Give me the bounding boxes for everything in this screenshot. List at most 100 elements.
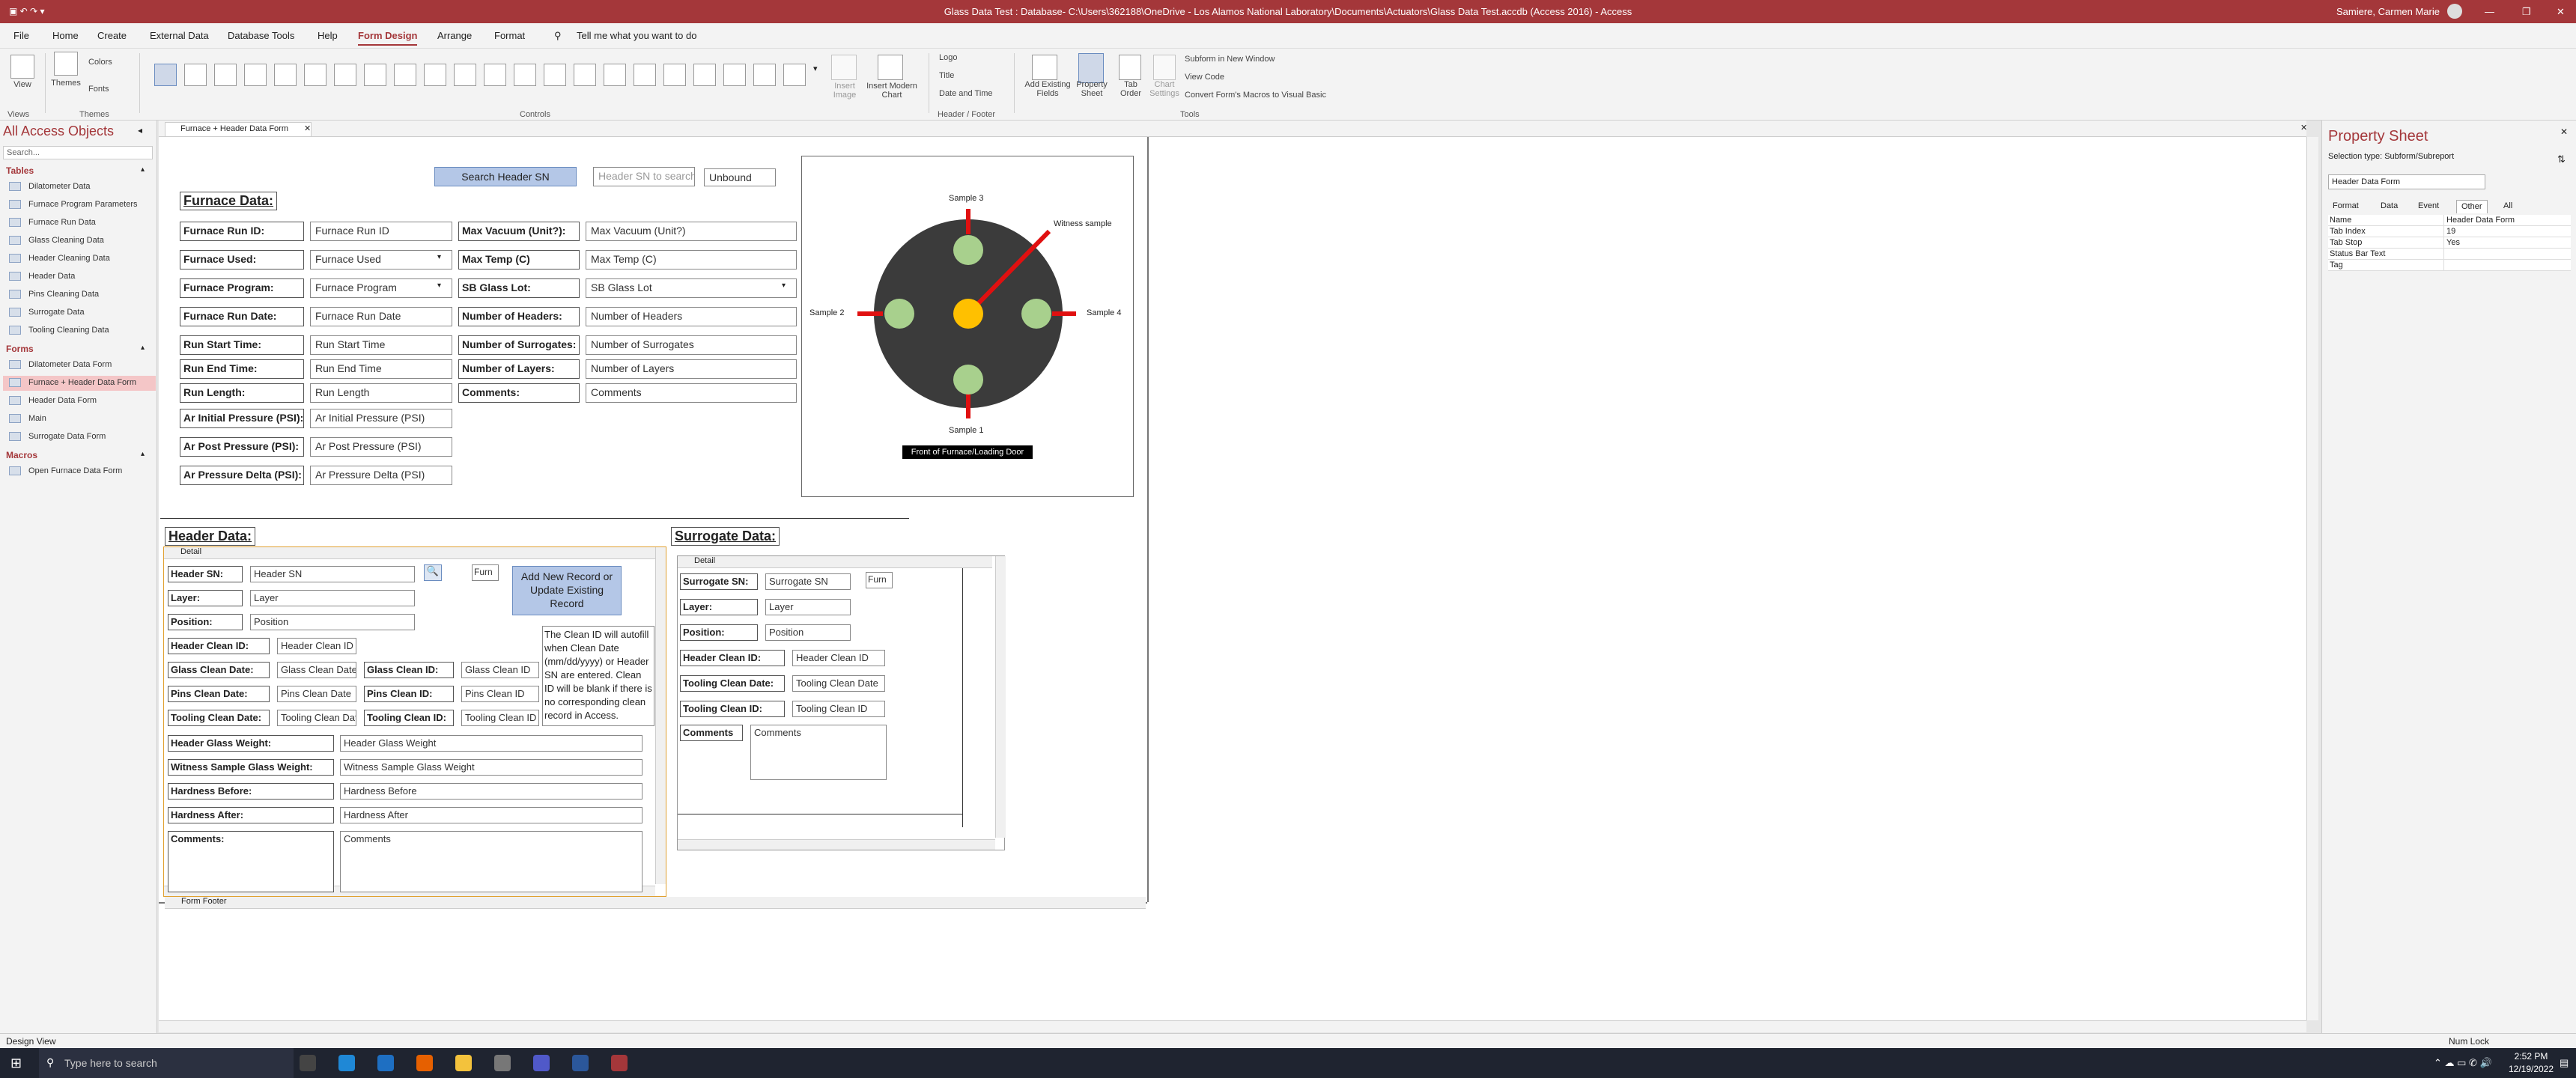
nav-item[interactable]: Furnace Run Data — [28, 218, 96, 227]
nav-item[interactable]: Dilatometer Data — [28, 182, 91, 191]
insert-image-icon[interactable] — [831, 55, 857, 80]
clock-time[interactable]: 2:52 PM — [2509, 1051, 2554, 1062]
header-field-value[interactable]: Glass Clean Date — [277, 662, 356, 678]
nav-item[interactable]: Dilatometer Data Form — [28, 360, 112, 369]
view-icon[interactable] — [10, 55, 34, 79]
surrogate-field-value[interactable]: Surrogate SN — [765, 573, 851, 590]
menu-external-data[interactable]: External Data — [150, 30, 209, 41]
chevron-down-icon[interactable]: ▾ — [782, 281, 786, 290]
insert-chart-icon[interactable] — [878, 55, 903, 80]
nav-section-macros[interactable]: Macros — [6, 450, 37, 460]
view-code-button[interactable]: View Code — [1185, 73, 1224, 82]
header-furn-field[interactable]: Furn — [472, 564, 499, 581]
furnace-left-field[interactable]: Ar Post Pressure (PSI) — [310, 437, 452, 457]
header-field-value[interactable]: Glass Clean ID — [461, 662, 539, 678]
surrogate-hscroll[interactable] — [678, 839, 995, 850]
property-sheet-close-icon[interactable]: ✕ — [2560, 127, 2568, 137]
header-sn-search-input[interactable]: Header SN to search: — [593, 167, 695, 186]
line-tool-icon[interactable] — [454, 64, 476, 86]
furnace-left-field[interactable]: Ar Pressure Delta (PSI) — [310, 466, 452, 485]
option-group-tool-icon[interactable] — [364, 64, 386, 86]
avatar[interactable] — [2447, 4, 2462, 19]
horizontal-scrollbar[interactable] — [159, 1020, 2306, 1032]
insert-image-button[interactable]: Insert Image — [825, 82, 864, 100]
nav-item[interactable]: Header Cleaning Data — [28, 254, 110, 263]
rectangle-tool-icon[interactable] — [544, 64, 566, 86]
property-row[interactable]: Tag — [2328, 260, 2571, 271]
sort-icon[interactable]: ⇅ — [2557, 153, 2566, 165]
surrogate-furn-field[interactable]: Furn — [866, 572, 893, 588]
property-row[interactable]: Name Header Data Form — [2328, 215, 2571, 226]
property-value[interactable]: Yes — [2443, 237, 2571, 248]
surrogate-vscroll[interactable] — [995, 556, 1006, 838]
minimize-icon[interactable]: — — [2485, 6, 2494, 17]
header-comments-field[interactable]: Comments — [340, 831, 643, 892]
add-fields-icon[interactable] — [1032, 55, 1057, 80]
fonts-button[interactable]: Fonts — [88, 85, 109, 94]
furnace-left-field[interactable]: Furnace Program — [310, 278, 452, 298]
header-subform-vscroll[interactable] — [655, 547, 666, 884]
nav-section-tables[interactable]: Tables — [6, 165, 34, 176]
header-field-value[interactable]: Hardness Before — [340, 783, 643, 800]
nav-section-forms[interactable]: Forms — [6, 344, 34, 354]
header-field-value[interactable]: Hardness After — [340, 807, 643, 823]
header-field-value[interactable]: Witness Sample Glass Weight — [340, 759, 643, 776]
combo-box-tool-icon[interactable] — [424, 64, 446, 86]
chart-settings-button[interactable]: Chart Settings — [1147, 80, 1182, 98]
tab-furnace-header-form[interactable]: Furnace + Header Data Form — [165, 122, 312, 137]
menu-format[interactable]: Format — [494, 30, 525, 41]
furnace-right-field[interactable]: SB Glass Lot — [586, 278, 797, 298]
taskbar-search[interactable]: ⚲ Type here to search — [39, 1048, 294, 1078]
ps-tab-other[interactable]: Other — [2456, 200, 2488, 213]
object-frame-tool-icon[interactable] — [723, 64, 746, 86]
nav-item[interactable]: Surrogate Data Form — [28, 432, 106, 441]
surrogate-comments-field[interactable]: Comments — [750, 725, 887, 780]
search-icon[interactable]: 🔍 — [424, 564, 442, 581]
header-field-value[interactable]: Pins Clean ID — [461, 686, 539, 702]
edge-icon[interactable] — [338, 1055, 355, 1071]
menu-help[interactable]: Help — [318, 30, 338, 41]
surrogate-detail-band[interactable]: Detail — [678, 556, 992, 568]
word-icon[interactable] — [572, 1055, 589, 1071]
menu-database-tools[interactable]: Database Tools — [228, 30, 294, 41]
teams-icon[interactable] — [533, 1055, 550, 1071]
surrogate-field-value[interactable]: Layer — [765, 599, 851, 615]
link-tool-icon[interactable] — [304, 64, 326, 86]
furnace-right-field[interactable]: Comments — [586, 383, 797, 403]
toggle-tool-icon[interactable] — [484, 64, 506, 86]
property-row[interactable]: Tab Stop Yes — [2328, 237, 2571, 249]
image-tool-icon[interactable] — [604, 64, 626, 86]
web-browser-tool-icon[interactable] — [783, 64, 806, 86]
tab-tool-icon[interactable] — [274, 64, 297, 86]
nav-item[interactable]: Main — [28, 414, 46, 423]
textbox-tool-icon[interactable] — [184, 64, 207, 86]
nav-item[interactable]: Furnace Program Parameters — [28, 200, 138, 209]
section-collapse-icon[interactable]: ▴ — [141, 450, 145, 458]
furnace-left-field[interactable]: Run Length — [310, 383, 452, 403]
gallery-more-icon[interactable]: ▾ — [813, 64, 818, 73]
search-header-sn-button[interactable]: Search Header SN — [434, 167, 577, 186]
insert-chart-button[interactable]: Insert Modern Chart — [860, 82, 924, 100]
furnace-left-field[interactable]: Furnace Run Date — [310, 307, 452, 326]
convert-macros-button[interactable]: Convert Form's Macros to Visual Basic — [1185, 91, 1326, 100]
user-name[interactable]: Samiere, Carmen Marie — [2336, 6, 2440, 17]
navigation-tool-icon[interactable] — [334, 64, 356, 86]
property-sheet-icon[interactable] — [1078, 53, 1104, 83]
property-row[interactable]: Tab Index 19 — [2328, 226, 2571, 237]
nav-item[interactable]: Header Data Form — [28, 396, 97, 405]
surrogate-field-value[interactable]: Tooling Clean Date — [792, 675, 885, 692]
surrogate-field-value[interactable]: Header Clean ID — [792, 650, 885, 666]
task-view-icon[interactable] — [300, 1055, 316, 1071]
nav-item[interactable]: Furnace + Header Data Form — [28, 378, 136, 387]
furnace-right-field[interactable]: Number of Surrogates — [586, 335, 797, 355]
nav-item[interactable]: Open Furnace Data Form — [28, 466, 122, 475]
maximize-icon[interactable]: ❐ — [2522, 6, 2531, 18]
surrogate-field-value[interactable]: Tooling Clean ID — [792, 701, 885, 717]
nav-collapse-icon[interactable]: ◂ — [138, 125, 142, 135]
furnace-diagram[interactable]: Sample 3 Sample 2 Sample 4 Sample 1 Witn… — [801, 156, 1134, 497]
selection-dropdown[interactable]: Header Data Form — [2328, 174, 2485, 189]
tell-me-input[interactable]: Tell me what you want to do — [577, 30, 696, 41]
header-field-value[interactable]: Header Glass Weight — [340, 735, 643, 752]
chevron-down-icon[interactable]: ▾ — [437, 253, 441, 261]
menu-home[interactable]: Home — [52, 30, 79, 41]
